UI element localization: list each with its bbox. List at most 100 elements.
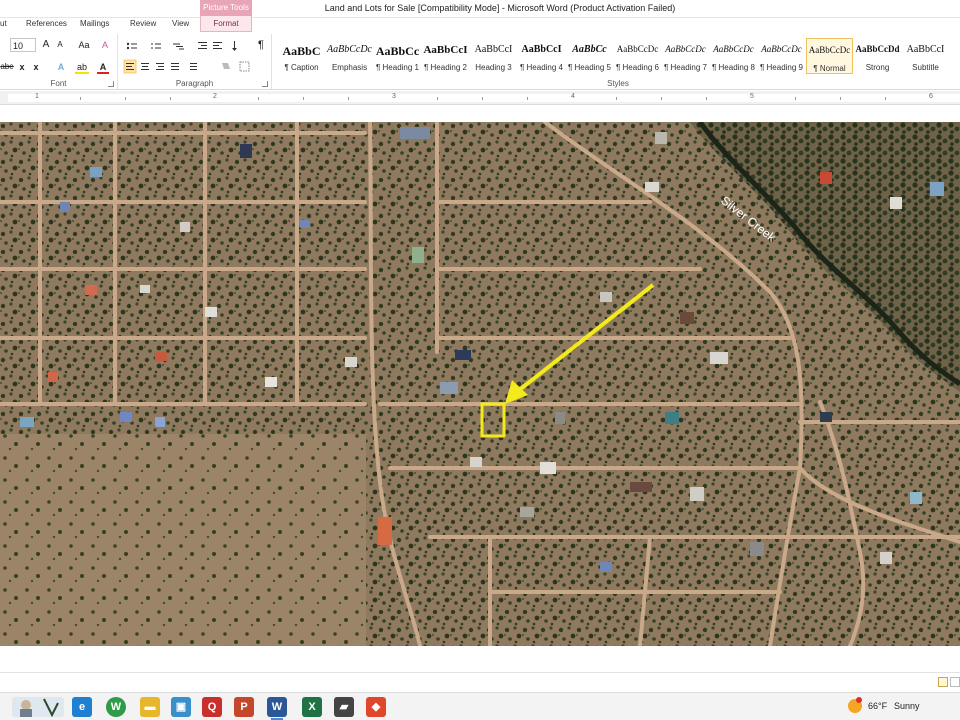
style-name: Emphasis	[331, 63, 368, 72]
style-heading-1[interactable]: AaBbCc ¶ Heading 1	[374, 38, 421, 74]
tab-mailings[interactable]: Mailings	[80, 19, 109, 28]
style-preview: AaBbCcDc	[761, 44, 802, 54]
sort-icon[interactable]	[232, 41, 237, 51]
aerial-map-svg: Silver Creek	[0, 122, 960, 646]
style-preview: AaBbC	[282, 44, 321, 58]
taskbar-quicken-icon[interactable]: Q	[202, 697, 222, 717]
style-name: Heading 3	[475, 63, 512, 72]
highlight-label: ab	[76, 62, 87, 72]
style-heading-8[interactable]: AaBbCcDc ¶ Heading 8	[710, 38, 757, 74]
styles-group-label: Styles	[607, 79, 629, 88]
strikethrough-button[interactable]: abe	[0, 60, 14, 74]
style-strong[interactable]: AaBbCcDd Strong	[854, 38, 901, 74]
style-heading-3[interactable]: AaBbCcI Heading 3	[470, 38, 517, 74]
ruler-number: 6	[929, 93, 933, 100]
taskbar-file-explorer-icon[interactable]: ▬	[140, 697, 160, 717]
horizontal-ruler[interactable]: 1 2 3 4 5 6	[0, 91, 960, 105]
taskbar-powerpoint-icon[interactable]: P	[234, 697, 254, 717]
taskbar-edge-icon[interactable]: e	[72, 697, 92, 717]
tab-review[interactable]: Review	[130, 19, 156, 28]
taskbar-car-app-icon[interactable]: ▰	[334, 697, 354, 717]
tab-layout[interactable]: ut	[0, 19, 7, 28]
align-left-icon[interactable]	[123, 59, 137, 74]
justify-icon[interactable]	[171, 63, 179, 70]
shrink-font-button[interactable]: A	[54, 38, 66, 52]
ruler-tick	[840, 97, 841, 100]
style-name: ¶ Heading 1	[376, 63, 419, 72]
tab-format[interactable]: Format	[200, 16, 252, 32]
style-subtitle[interactable]: AaBbCcI Subtitle	[902, 38, 949, 74]
font-size-dropdown[interactable]: 10	[10, 38, 36, 52]
document-area[interactable]: Silver Creek	[0, 105, 960, 690]
style-caption[interactable]: AaBbC ¶ Caption	[278, 38, 325, 74]
highlight-color-button[interactable]: ab	[74, 60, 90, 74]
ruler-number: 1	[35, 93, 39, 100]
taskbar: e W ▬ ▣ Q P W X ▰ ◆ 66°F Sunny	[0, 692, 960, 720]
style-preview: AaBbCcDc	[808, 45, 851, 55]
style-name: ¶ Heading 9	[760, 63, 803, 72]
change-case-button[interactable]: Aa	[76, 38, 92, 52]
style-name: ¶ Normal	[813, 64, 846, 73]
grow-font-button[interactable]: A	[40, 38, 52, 52]
style-preview: AaBbCcDc	[327, 44, 372, 55]
subscript-button[interactable]: x	[16, 60, 28, 74]
increase-indent-icon[interactable]	[213, 42, 222, 49]
page-top-margin	[0, 105, 960, 122]
style-heading-5[interactable]: AaBbCc ¶ Heading 5	[566, 38, 613, 74]
style-preview: AaBbCcDc	[713, 44, 754, 54]
weather-temperature[interactable]: 66°F	[868, 701, 887, 711]
ruler-number: 4	[571, 93, 575, 100]
superscript-button[interactable]: x	[30, 60, 42, 74]
decrease-indent-icon[interactable]	[198, 42, 207, 49]
style-name: ¶ Heading 5	[568, 63, 611, 72]
ruler-track	[8, 94, 960, 102]
ruler-tick	[125, 97, 126, 100]
print-layout-view-button[interactable]	[938, 677, 948, 687]
avatar	[20, 698, 59, 718]
highlight-swatch	[75, 72, 89, 74]
clear-formatting-button[interactable]: A	[98, 38, 112, 52]
weather-condition[interactable]: Sunny	[894, 701, 920, 711]
style-name: ¶ Caption	[284, 63, 319, 72]
style-name: ¶ Heading 4	[520, 63, 563, 72]
full-screen-view-button[interactable]	[950, 677, 960, 687]
taskbar-photos-icon[interactable]: ▣	[171, 697, 191, 717]
start-avatar-image[interactable]	[12, 697, 64, 718]
font-color-button[interactable]: A	[96, 60, 110, 74]
aerial-map-image[interactable]: Silver Creek	[0, 122, 960, 646]
ribbon: 10 A A Aa A abe x x A ab A Font ¶ Paragr…	[0, 32, 960, 90]
ruler-tick	[482, 97, 483, 100]
bullets-icon[interactable]	[126, 42, 137, 50]
text-effects-button[interactable]: A	[54, 60, 68, 74]
taskbar-excel-icon[interactable]: X	[302, 697, 322, 717]
multilevel-list-icon[interactable]	[173, 43, 184, 50]
style-normal[interactable]: AaBbCcDc ¶ Normal	[806, 38, 853, 74]
numbering-icon[interactable]	[151, 43, 161, 49]
borders-icon[interactable]	[239, 61, 250, 72]
ruler-tick	[527, 97, 528, 100]
style-heading-6[interactable]: AaBbCcDc ¶ Heading 6	[614, 38, 661, 74]
style-preview: AaBbCc	[375, 44, 420, 58]
style-heading-9[interactable]: AaBbCcDc ¶ Heading 9	[758, 38, 805, 74]
font-group-label: Font	[50, 79, 67, 88]
paragraph-dialog-launcher[interactable]	[262, 81, 268, 87]
style-name: ¶ Heading 6	[616, 63, 659, 72]
align-center-icon[interactable]	[141, 63, 149, 70]
line-spacing-icon[interactable]	[190, 63, 197, 70]
taskbar-word-icon[interactable]: W	[267, 697, 287, 717]
style-heading-2[interactable]: AaBbCcI ¶ Heading 2	[422, 38, 469, 74]
style-heading-4[interactable]: AaBbCcI ¶ Heading 4	[518, 38, 565, 74]
taskbar-brave-icon[interactable]: ◆	[366, 697, 386, 717]
shading-icon[interactable]	[222, 63, 230, 69]
style-heading-7[interactable]: AaBbCcDc ¶ Heading 7	[662, 38, 709, 74]
style-preview: AaBbCcI	[906, 44, 945, 55]
font-dialog-launcher[interactable]	[108, 81, 114, 87]
style-name: Subtitle	[912, 63, 939, 72]
align-right-icon[interactable]	[156, 63, 164, 70]
tab-view[interactable]: View	[172, 19, 189, 28]
tab-references[interactable]: References	[26, 19, 67, 28]
style-emphasis[interactable]: AaBbCcDc Emphasis	[326, 38, 373, 74]
style-preview: AaBbCcDc	[616, 44, 659, 54]
show-formatting-button[interactable]: ¶	[254, 38, 268, 52]
taskbar-chrome-icon[interactable]: W	[106, 697, 126, 717]
